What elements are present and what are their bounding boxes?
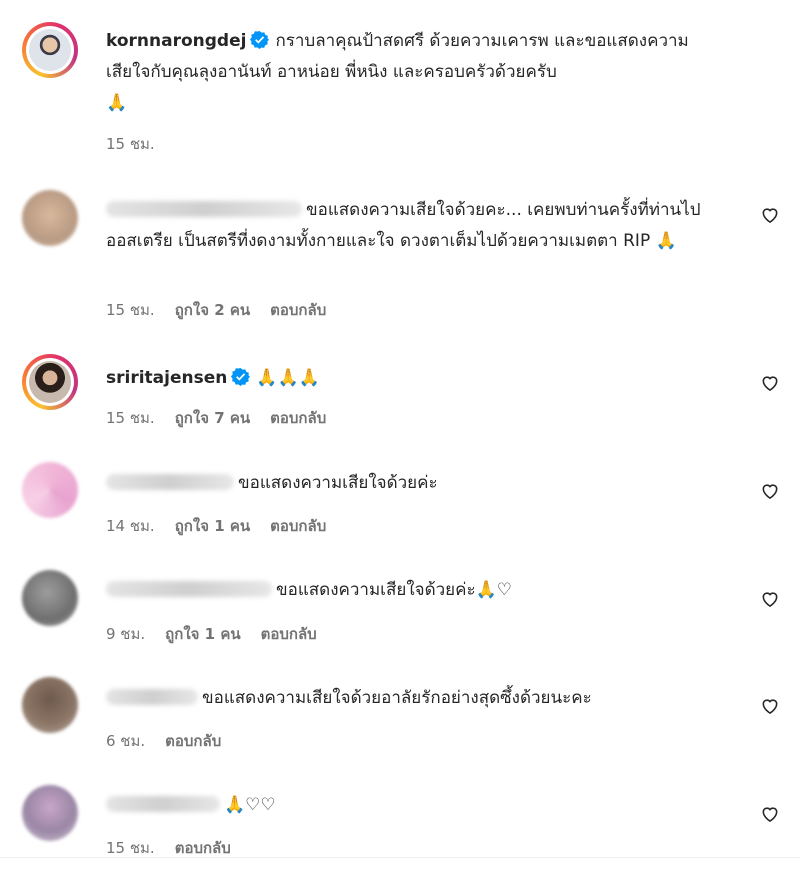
avatar[interactable] [22,190,78,246]
username-link[interactable] [106,474,234,490]
divider [0,857,800,858]
avatar[interactable] [22,677,78,733]
reply-button[interactable]: ตอบกลับ [165,729,221,753]
avatar[interactable] [22,785,78,841]
heart-outline-icon[interactable] [760,205,780,225]
caption-text-block: kornnarongdej กราบลาคุณป้าสดศรี ด้วยความเ… [106,26,730,119]
username-link[interactable]: sriritajensen [106,368,227,388]
comment-emoji: 🙏♡ [475,580,513,600]
comment-text-block: ขอแสดงความเสียใจด้วยค่ะ🙏♡ [106,575,730,606]
username-link[interactable] [106,689,198,705]
timestamp: 15 ชม. [106,409,155,427]
comment-meta: 9 ชม. ถูกใจ 1 คน ตอบกลับ [106,622,317,646]
likes-count[interactable]: ถูกใจ 1 คน [165,622,240,646]
reply-button[interactable]: ตอบกลับ [270,514,326,538]
heart-outline-icon[interactable] [760,481,780,501]
comment-text-block: ขอแสดงความเสียใจด้วยอาลัยรักอย่างสุดซึ้ง… [106,683,730,714]
timestamp: 9 ชม. [106,625,146,643]
avatar[interactable] [22,22,78,78]
verified-badge-icon [250,30,270,49]
avatar[interactable] [22,462,78,518]
reply-button[interactable]: ตอบกลับ [270,406,326,430]
heart-outline-icon[interactable] [760,804,780,824]
timestamp: 15 ชม. [106,135,155,153]
comment-text: ขอแสดงความเสียใจด้วยค่ะ [238,473,438,493]
avatar[interactable] [22,354,78,410]
caption-emoji: 🙏 [106,93,128,113]
username-link[interactable] [106,581,272,597]
likes-count[interactable]: ถูกใจ 1 คน [175,514,250,538]
comment-text-block: 🙏♡♡ [106,790,730,821]
comment-emoji: 🙏 [655,231,677,251]
caption-meta: 15 ชม. [106,132,155,156]
timestamp: 15 ชม. [106,301,155,319]
comment-emoji: 🙏🙏🙏 [256,368,320,388]
username-link[interactable]: kornnarongdej [106,31,246,51]
comment-meta: 15 ชม. ถูกใจ 2 คน ตอบกลับ [106,298,326,322]
comment-emoji: 🙏♡♡ [224,795,276,815]
reply-button[interactable]: ตอบกลับ [261,622,317,646]
comment-text-block: ขอแสดงความเสียใจด้วยค่ะ [106,468,730,499]
heart-outline-icon[interactable] [760,589,780,609]
avatar[interactable] [22,570,78,626]
heart-outline-icon[interactable] [760,373,780,393]
likes-count[interactable]: ถูกใจ 7 คน [175,406,250,430]
likes-count[interactable]: ถูกใจ 2 คน [175,298,250,322]
comment-text: ขอแสดงความเสียใจด้วยค่ะ [276,580,476,600]
comment-text: ขอแสดงความเสียใจด้วยอาลัยรักอย่างสุดซึ้ง… [202,688,592,708]
verified-badge-icon [231,367,251,386]
reply-button[interactable]: ตอบกลับ [270,298,326,322]
comment-meta: 6 ชม. ตอบกลับ [106,729,221,753]
timestamp: 14 ชม. [106,517,155,535]
comment-text-block: sriritajensen 🙏🙏🙏 [106,363,730,394]
username-link[interactable] [106,796,220,812]
username-link[interactable] [106,201,302,217]
comment-text-block: ขอแสดงความเสียใจด้วยคะ... เคยพบท่านครั้ง… [106,195,730,257]
timestamp: 6 ชม. [106,732,146,750]
comment-meta: 14 ชม. ถูกใจ 1 คน ตอบกลับ [106,514,326,538]
heart-outline-icon[interactable] [760,696,780,716]
comment-meta: 15 ชม. ถูกใจ 7 คน ตอบกลับ [106,406,326,430]
